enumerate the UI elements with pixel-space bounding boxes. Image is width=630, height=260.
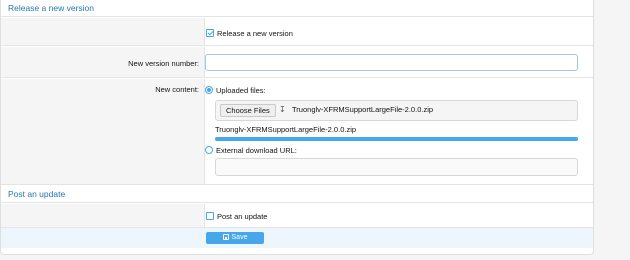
update-section-title: Post an update <box>8 189 66 199</box>
uploaded-files-radio[interactable] <box>205 86 213 94</box>
version-number-label: New version number: <box>128 59 199 68</box>
external-url-label[interactable]: External download URL: <box>216 146 297 155</box>
label-column <box>1 79 205 184</box>
update-section-header: Post an update <box>1 186 593 203</box>
chosen-file-name: Truonglv-XFRMSupportLargeFile-2.0.0.zip <box>292 105 434 114</box>
release-section-header: Release a new version <box>1 0 593 17</box>
label-column <box>1 18 205 45</box>
form-footer: Save <box>1 228 593 248</box>
upload-progress-bar <box>215 137 578 141</box>
save-icon <box>222 234 229 240</box>
file-upload-field: Choose Files ↧ Truonglv-XFRMSupportLarge… <box>215 100 578 121</box>
choose-files-button[interactable]: Choose Files <box>220 104 276 117</box>
upload-progress-fill <box>215 137 578 141</box>
release-checkbox-label[interactable]: Release a new version <box>217 29 293 38</box>
version-number-input[interactable] <box>205 54 578 71</box>
external-url-radio[interactable] <box>205 146 213 154</box>
uploaded-file-name: Truonglv-XFRMSupportLargeFile-2.0.0.zip <box>215 125 357 134</box>
release-checkbox-row: Release a new version <box>1 18 593 46</box>
label-column <box>1 204 205 227</box>
file-icon: ↧ <box>279 105 286 114</box>
uploaded-files-label[interactable]: Uploaded files: <box>216 86 266 95</box>
post-update-row: Post an update <box>1 204 593 228</box>
post-update-label[interactable]: Post an update <box>217 212 267 221</box>
version-number-row: New version number: <box>1 47 593 78</box>
post-update-checkbox[interactable] <box>206 212 214 220</box>
save-button[interactable]: Save <box>206 232 264 244</box>
new-content-row: New content: Uploaded files: Choose File… <box>1 79 593 185</box>
release-section-title: Release a new version <box>8 3 94 13</box>
release-form-panel: Release a new version Release a new vers… <box>0 0 594 255</box>
new-content-label: New content: <box>155 85 199 94</box>
external-url-input[interactable] <box>215 158 578 176</box>
release-checkbox[interactable] <box>206 29 214 37</box>
save-button-label[interactable]: Save <box>232 234 248 241</box>
